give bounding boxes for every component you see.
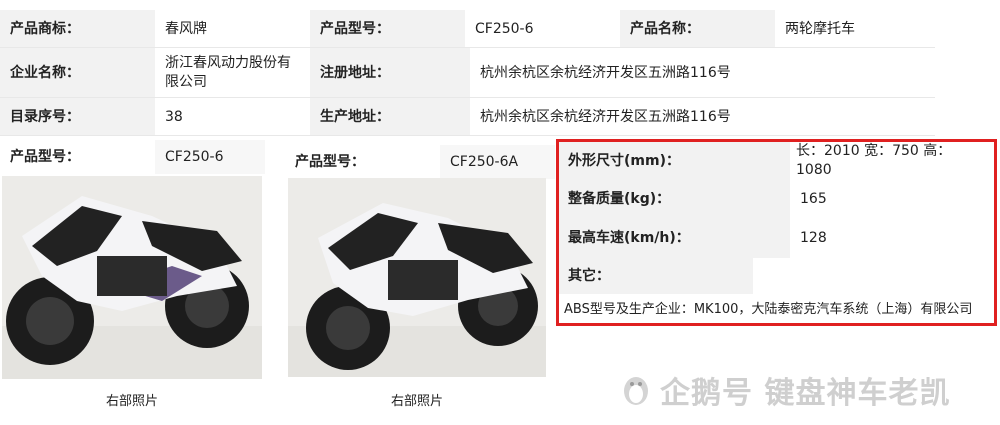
motorcycle-image bbox=[2, 176, 262, 379]
catalog-number-value: 38 bbox=[155, 98, 310, 136]
model-value: CF250-6 bbox=[465, 10, 620, 48]
registered-address-label: 注册地址： bbox=[310, 48, 470, 98]
penguin-logo-icon bbox=[624, 377, 648, 405]
company-label: 企业名称： bbox=[0, 48, 155, 98]
photo-right-model-label: 产品型号： bbox=[285, 145, 440, 179]
highlight-box bbox=[556, 139, 997, 326]
motorcycle-photo-right bbox=[288, 178, 546, 377]
model-label: 产品型号： bbox=[310, 10, 465, 48]
photo-left-model-value: CF250-6 bbox=[155, 140, 265, 174]
table-divider bbox=[0, 47, 935, 48]
product-name-value: 两轮摩托车 bbox=[775, 10, 935, 48]
photo-right-caption: 右部照片 bbox=[390, 394, 443, 409]
brand-value: 春风牌 bbox=[155, 10, 310, 48]
production-address-label: 生产地址： bbox=[310, 98, 470, 136]
motorcycle-photo-left bbox=[2, 176, 262, 379]
watermark: 企鹅号 键盘神车老凯 bbox=[620, 368, 990, 412]
photo-right-model-value: CF250-6A bbox=[440, 145, 555, 179]
watermark-text: 企鹅号 键盘神车老凯 bbox=[660, 376, 951, 411]
brand-label: 产品商标： bbox=[0, 10, 155, 48]
table-divider bbox=[0, 135, 935, 136]
product-name-label: 产品名称： bbox=[620, 10, 775, 48]
catalog-number-label: 目录序号： bbox=[0, 98, 155, 136]
company-value: 浙江春风动力股份有限公司 bbox=[155, 48, 310, 98]
photo-left-model-label: 产品型号： bbox=[0, 140, 155, 174]
registered-address-value: 杭州余杭区余杭经济开发区五洲路116号 bbox=[470, 48, 935, 98]
motorcycle-image bbox=[288, 178, 546, 377]
photo-left-caption: 右部照片 bbox=[105, 394, 158, 409]
production-address-value: 杭州余杭区余杭经济开发区五洲路116号 bbox=[470, 98, 935, 136]
table-divider bbox=[0, 97, 935, 98]
